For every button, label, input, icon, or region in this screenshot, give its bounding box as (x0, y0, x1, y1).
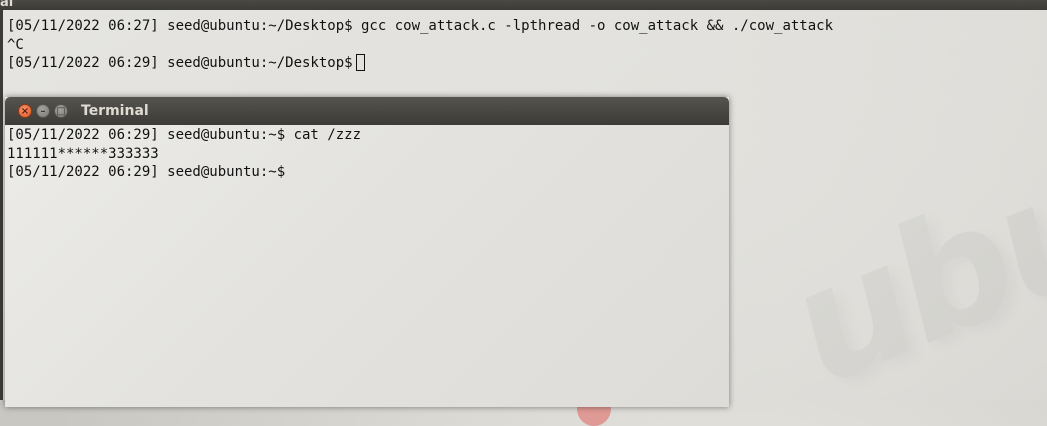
terminal-line: [05/11/2022 06:29] seed@ubuntu:~$ cat /z… (7, 127, 362, 143)
terminal-prompt: [05/11/2022 06:29] seed@ubuntu:~/Desktop… (7, 55, 353, 71)
background-terminal-edge (0, 10, 3, 400)
terminal-line: [05/11/2022 06:29] seed@ubuntu:~$ (7, 164, 286, 180)
window-title: Terminal (81, 103, 149, 119)
terminal-line: ^C (7, 37, 24, 53)
terminal-line: 111111******333333 (7, 146, 159, 162)
minimize-button[interactable]: – (36, 104, 50, 118)
foreground-terminal-window[interactable]: × – □ Terminal [05/11/2022 06:29] seed@u… (5, 97, 729, 407)
foreground-terminal-body[interactable]: [05/11/2022 06:29] seed@ubuntu:~$ cat /z… (5, 125, 729, 407)
close-button[interactable]: × (18, 104, 32, 118)
foreground-terminal-titlebar[interactable]: × – □ Terminal (5, 97, 729, 125)
terminal-line: [05/11/2022 06:29] seed@ubuntu:~/Desktop… (7, 54, 365, 72)
background-terminal-titlebar[interactable]: al (0, 0, 1047, 10)
terminal-line: [05/11/2022 06:27] seed@ubuntu:~/Desktop… (7, 18, 834, 34)
background-terminal-title: al (0, 0, 14, 10)
text-cursor (355, 54, 365, 71)
maximize-button[interactable]: □ (54, 104, 68, 118)
